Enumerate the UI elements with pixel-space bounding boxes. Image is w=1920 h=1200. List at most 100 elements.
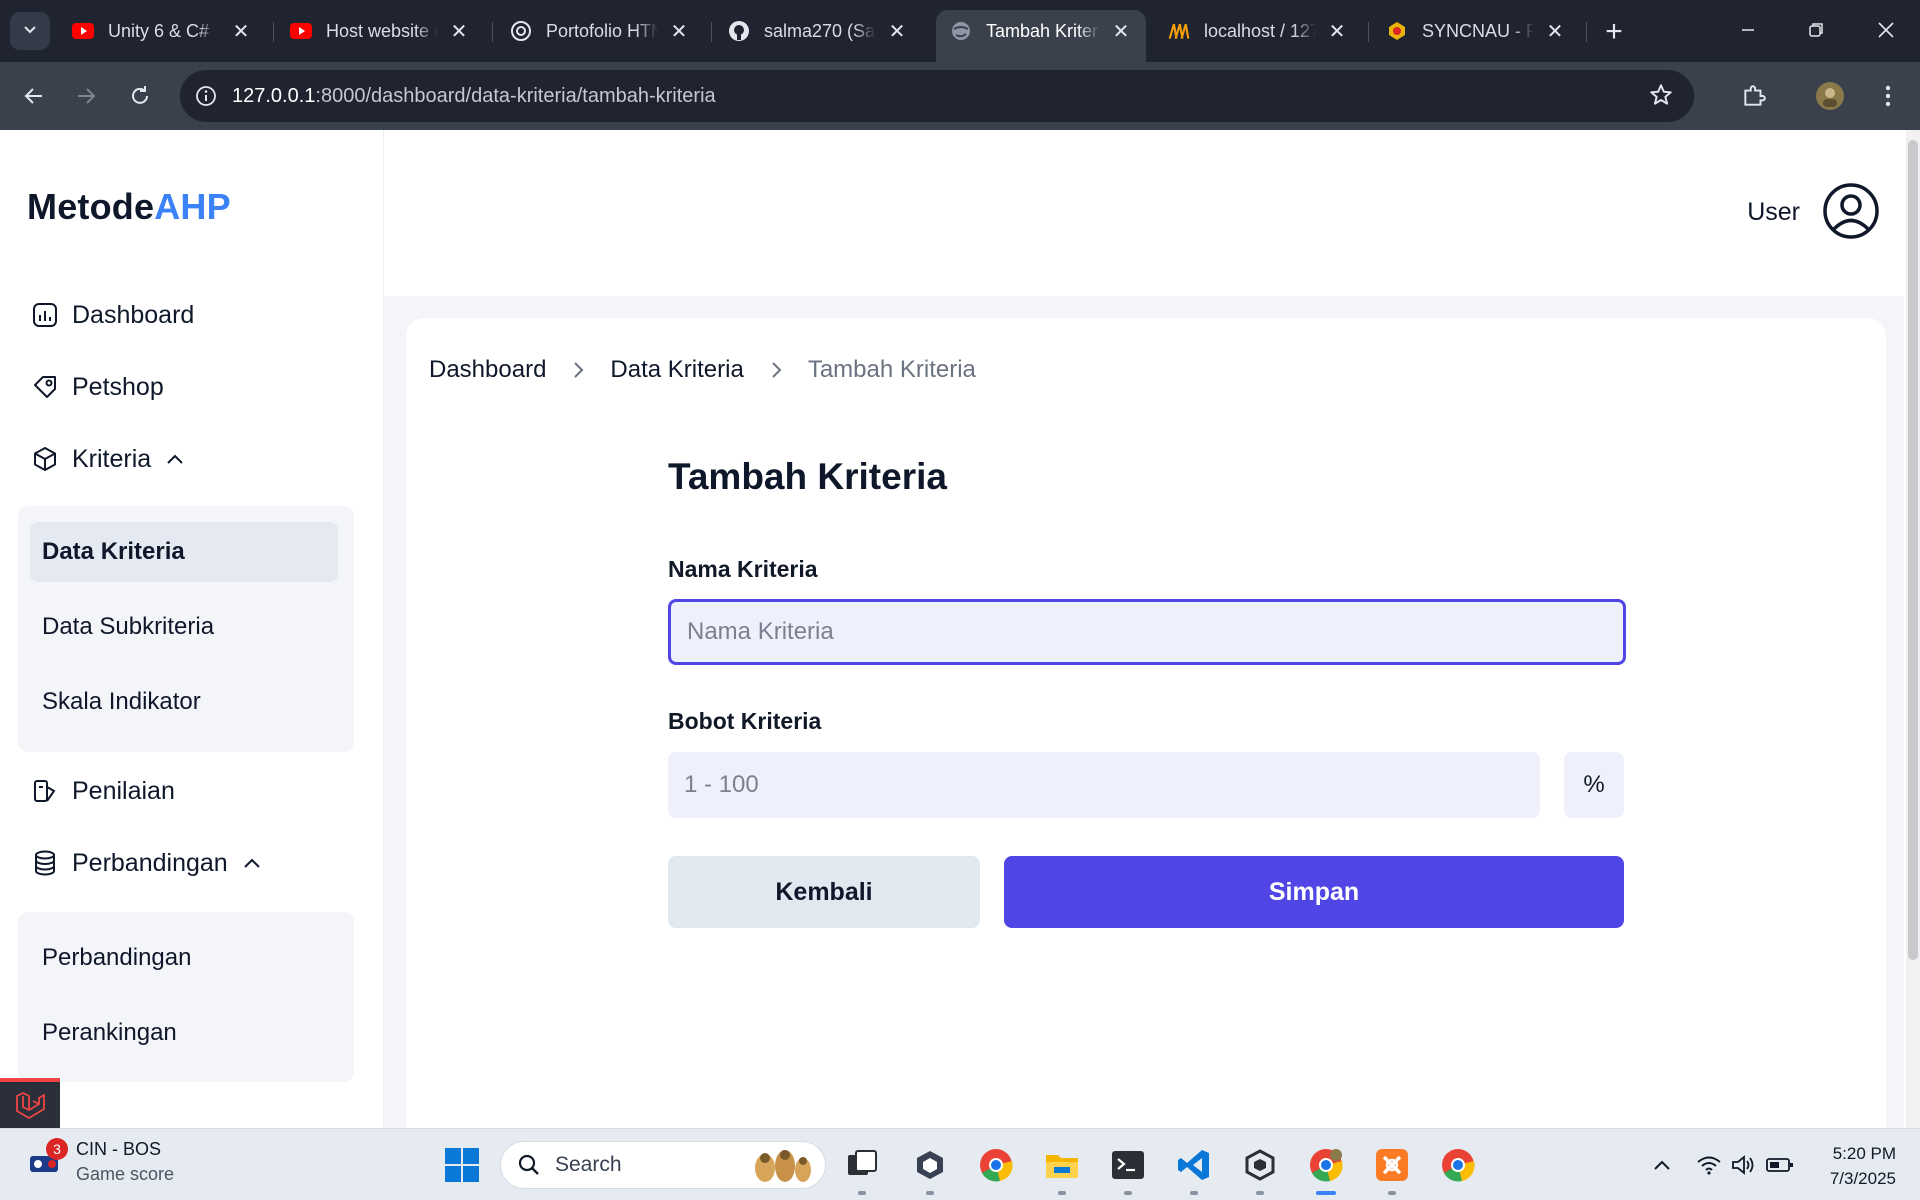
browser-tab-active[interactable]: Tambah Kriteria ✕ <box>936 10 1146 62</box>
app-indicator <box>1256 1191 1264 1195</box>
app-indicator <box>1388 1191 1396 1195</box>
browser-toolbar: 127.0.0.1:8000/dashboard/data-kriteria/t… <box>0 62 1920 130</box>
syncnau-icon <box>1386 20 1408 42</box>
profile-avatar[interactable] <box>1812 78 1848 114</box>
nama-kriteria-input[interactable] <box>668 599 1626 665</box>
chevron-right-icon <box>566 358 590 382</box>
battery-status[interactable] <box>1764 1147 1796 1183</box>
cube-icon <box>30 444 60 474</box>
save-button[interactable]: Simpan <box>1004 856 1624 928</box>
sidebar-item-dashboard[interactable]: Dashboard <box>30 300 194 330</box>
sidebar-subitem-skala-indikator[interactable]: Skala Indikator <box>30 672 338 732</box>
taskbar-clock[interactable]: 5:20 PM 7/3/2025 <box>1812 1141 1896 1191</box>
app-indicator <box>926 1191 934 1195</box>
taskbar-app-terminal[interactable] <box>1106 1143 1150 1195</box>
sidebar-subitem-data-kriteria[interactable]: Data Kriteria <box>30 522 338 582</box>
windows-start-button[interactable] <box>440 1143 484 1187</box>
app-indicator <box>1058 1191 1066 1195</box>
sidebar-item-kriteria[interactable]: Kriteria <box>30 444 185 474</box>
browser-menu-button[interactable] <box>1870 78 1906 114</box>
volume-status[interactable] <box>1728 1147 1758 1183</box>
browser-tab[interactable]: Host website on ✕ <box>276 10 484 52</box>
arrow-right-icon <box>78 88 96 104</box>
close-icon[interactable]: ✕ <box>886 20 908 43</box>
speaker-icon <box>1732 1155 1754 1175</box>
close-icon[interactable]: ✕ <box>230 20 252 43</box>
browser-tab-bar: Unity 6 & C# ✕ Host website on ✕ Portofo… <box>0 0 1920 62</box>
close-icon[interactable]: ✕ <box>1110 20 1132 43</box>
user-circle-icon[interactable] <box>1822 182 1880 240</box>
taskbar-app-chrome[interactable] <box>974 1143 1018 1187</box>
breadcrumb-dashboard[interactable]: Dashboard <box>429 356 546 384</box>
notification-badge: 3 <box>46 1138 68 1160</box>
sidebar-item-perbandingan[interactable]: Perbandingan <box>30 848 262 878</box>
sidebar-item-label: Petshop <box>72 372 164 401</box>
user-name[interactable]: User <box>1747 198 1800 227</box>
browser-tab[interactable]: localhost / 127.0 ✕ <box>1154 10 1362 52</box>
extensions-button[interactable] <box>1736 78 1772 114</box>
breadcrumb-current: Tambah Kriteria <box>807 356 976 383</box>
taskbar-widget[interactable]: 3 CIN - BOS Game score <box>26 1138 174 1185</box>
back-button-kembali[interactable]: Kembali <box>668 856 980 928</box>
taskbar-app-taskview[interactable] <box>840 1143 884 1195</box>
browser-tab[interactable]: SYNCNAU - Pa ✕ <box>1372 10 1580 52</box>
tray-overflow-button[interactable] <box>1648 1147 1676 1183</box>
address-bar[interactable]: 127.0.0.1:8000/dashboard/data-kriteria/t… <box>180 70 1694 122</box>
close-window-button[interactable] <box>1856 8 1916 52</box>
page-scrollbar-thumb[interactable] <box>1908 140 1918 960</box>
chevron-right-icon <box>764 358 788 382</box>
close-icon[interactable]: ✕ <box>668 20 690 43</box>
breadcrumb-data-kriteria[interactable]: Data Kriteria <box>610 356 743 384</box>
sidebar-item-penilaian[interactable]: Penilaian <box>30 776 175 806</box>
close-icon[interactable]: ✕ <box>1326 20 1348 43</box>
profile-avatar-icon <box>1816 82 1844 110</box>
puzzle-icon <box>1744 85 1766 106</box>
chrome-icon <box>1310 1149 1343 1182</box>
taskbar-app-unity-editor[interactable] <box>1238 1143 1282 1195</box>
tab-search-button[interactable] <box>10 12 50 50</box>
brand-logo[interactable]: MetodeAHP <box>27 186 231 228</box>
browser-tab[interactable]: Unity 6 & C# ✕ <box>58 10 266 52</box>
windows-taskbar: 3 CIN - BOS Game score Search 5:20 PM 7/… <box>0 1128 1920 1200</box>
chevron-up-icon[interactable] <box>242 853 262 873</box>
browser-tab[interactable]: Portofolio HTML ✕ <box>496 10 704 52</box>
chrome-icon <box>980 1149 1013 1182</box>
taskbar-app-chrome-2[interactable] <box>1436 1143 1480 1187</box>
taskbar-app-unity[interactable] <box>908 1143 952 1195</box>
tab-title: Tambah Kriteria <box>986 20 1100 41</box>
sidebar-item-petshop[interactable]: Petshop <box>30 372 164 402</box>
new-tab-button[interactable]: + <box>1596 14 1632 50</box>
taskbar-app-chrome-profile[interactable] <box>1304 1143 1348 1195</box>
sidebar-subitem-perankingan[interactable]: Perankingan <box>30 1003 338 1063</box>
laravel-debugbar-button[interactable] <box>0 1078 60 1128</box>
reload-button[interactable] <box>122 78 158 114</box>
nama-kriteria-label: Nama Kriteria <box>668 556 818 582</box>
unity-hub-icon <box>917 1151 943 1179</box>
forward-button[interactable] <box>68 78 104 114</box>
browser-tab[interactable]: salma270 (Salma ✕ <box>714 10 922 52</box>
paw-tag-icon <box>30 372 60 402</box>
taskbar-app-file-explorer[interactable] <box>1040 1143 1084 1195</box>
widget-text: CIN - BOS Game score <box>76 1139 174 1185</box>
wifi-status[interactable] <box>1694 1147 1724 1183</box>
taskbar-search[interactable]: Search <box>500 1141 826 1189</box>
back-button[interactable] <box>16 78 52 114</box>
bobot-kriteria-input[interactable] <box>668 752 1540 818</box>
tab-divider <box>273 22 274 42</box>
search-highlight-icon <box>745 1146 815 1191</box>
sidebar-subitem-data-subkriteria[interactable]: Data Subkriteria <box>30 597 338 657</box>
page-title: Tambah Kriteria <box>668 456 947 497</box>
bookmark-star-icon[interactable] <box>1648 82 1674 113</box>
restore-button[interactable] <box>1786 8 1846 52</box>
chevron-up-icon[interactable] <box>165 449 185 469</box>
sidebar-subitem-perbandingan[interactable]: Perbandingan <box>30 928 338 988</box>
taskbar-app-xampp[interactable] <box>1370 1143 1414 1195</box>
minimize-button[interactable] <box>1718 8 1778 52</box>
close-icon[interactable]: ✕ <box>1544 20 1566 43</box>
taskbar-app-vscode[interactable] <box>1172 1143 1216 1195</box>
close-icon[interactable]: ✕ <box>448 20 470 43</box>
site-info-icon[interactable] <box>180 70 232 122</box>
app-indicator <box>1316 1191 1336 1195</box>
brand-main: Metode <box>27 186 155 227</box>
youtube-icon <box>72 20 94 42</box>
